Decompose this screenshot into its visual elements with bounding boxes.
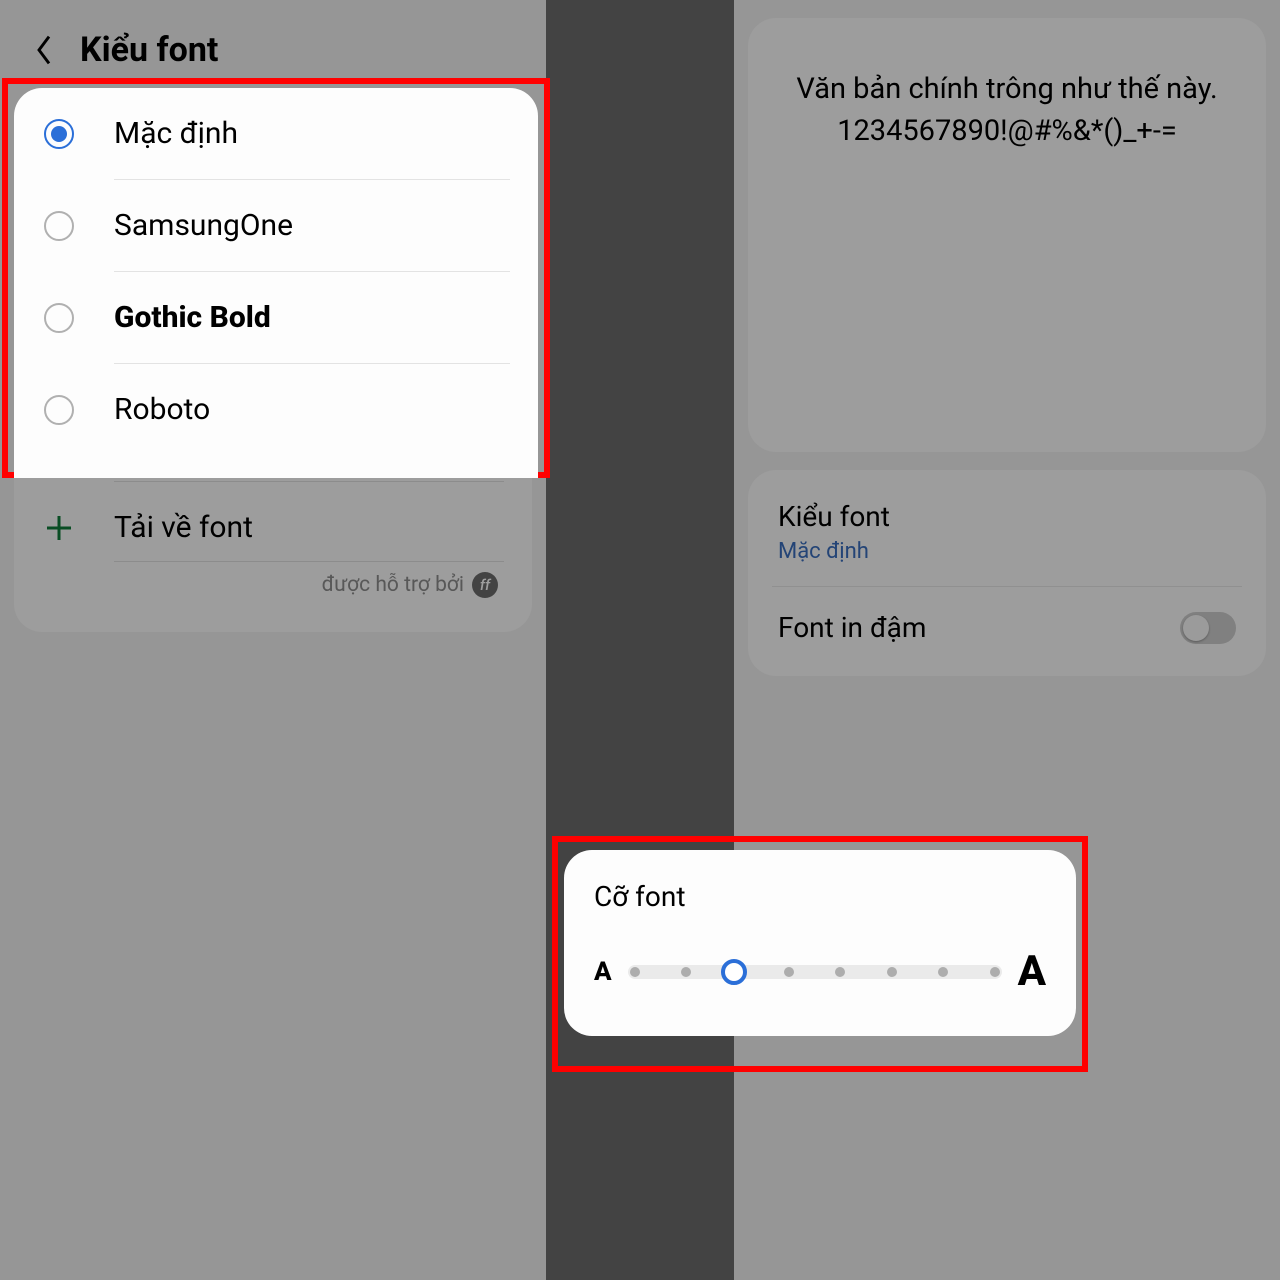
slider-tick	[784, 967, 794, 977]
font-settings-screen: Văn bản chính trông như thế này. 1234567…	[734, 0, 1280, 1280]
plus-icon	[44, 513, 74, 543]
size-max-icon: A	[1018, 947, 1046, 996]
slider-tick	[938, 967, 948, 977]
font-style-row[interactable]: Kiểu font Mặc định	[748, 478, 1266, 586]
size-min-icon: A	[594, 957, 612, 987]
slider-tick	[990, 967, 1000, 977]
font-list: Mặc định SamsungOne Gothic Bold Roboto	[14, 88, 538, 478]
bold-font-toggle[interactable]	[1180, 612, 1236, 644]
supported-by-text: được hỗ trợ bởi	[322, 573, 464, 597]
supported-by: được hỗ trợ bởi ff	[14, 562, 532, 618]
slider-thumb[interactable]	[721, 959, 747, 985]
back-icon[interactable]	[34, 30, 62, 70]
radio-icon[interactable]	[44, 303, 74, 333]
font-option-roboto[interactable]: Roboto	[14, 364, 538, 455]
download-fonts-label: Tải về font	[114, 510, 253, 545]
font-style-value: Mặc định	[778, 539, 1236, 564]
font-option-label: Roboto	[114, 392, 210, 427]
bold-font-row[interactable]: Font in đậm	[748, 587, 1266, 668]
font-size-slider[interactable]: A A	[594, 947, 1046, 996]
preview-text-line1: Văn bản chính trông như thế này.	[772, 68, 1242, 110]
font-option-label: Mặc định	[114, 116, 238, 151]
font-style-card: Kiểu font Mặc định Font in đậm	[748, 470, 1266, 676]
font-option-label: SamsungOne	[114, 208, 293, 243]
bold-font-label: Font in đậm	[778, 611, 926, 644]
font-size-title: Cỡ font	[594, 880, 1046, 913]
preview-text-line2: 1234567890!@#%&*()_+-=	[772, 110, 1242, 152]
download-fonts-row[interactable]: Tải về font	[14, 482, 532, 561]
radio-icon[interactable]	[44, 211, 74, 241]
slider-tick	[887, 967, 897, 977]
slider-tick	[630, 967, 640, 977]
page-title: Kiểu font	[80, 30, 218, 70]
font-size-card: Cỡ font A A	[564, 850, 1076, 1036]
slider-tick	[681, 967, 691, 977]
font-option-gothic-bold[interactable]: Gothic Bold	[14, 272, 538, 363]
slider-tick	[835, 967, 845, 977]
slider-track[interactable]	[628, 965, 1002, 979]
font-option-samsungone[interactable]: SamsungOne	[14, 180, 538, 271]
font-option-label: Gothic Bold	[114, 300, 271, 335]
flipfont-badge-icon: ff	[472, 572, 498, 598]
radio-icon[interactable]	[44, 395, 74, 425]
font-option-mặc-định[interactable]: Mặc định	[14, 88, 538, 179]
font-preview-card: Văn bản chính trông như thế này. 1234567…	[748, 18, 1266, 452]
radio-icon[interactable]	[44, 119, 74, 149]
font-style-label: Kiểu font	[778, 500, 1236, 533]
